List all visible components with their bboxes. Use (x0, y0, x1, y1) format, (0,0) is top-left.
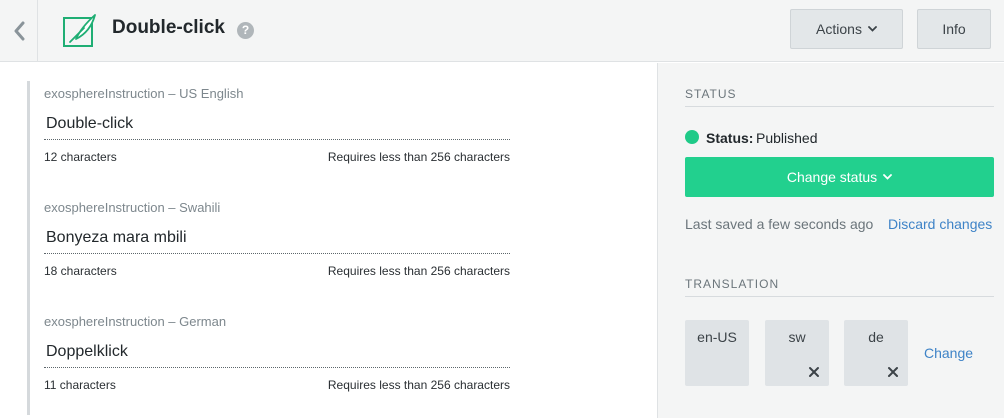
field-underline (44, 367, 510, 368)
field-german: exosphereInstruction – German Doppelklic… (44, 314, 510, 392)
character-requirement: Requires less than 256 characters (327, 378, 510, 392)
change-status-label: Change status (786, 169, 878, 185)
field-label: exosphereInstruction – US English (44, 86, 244, 101)
discard-changes-link[interactable]: Discard changes (888, 216, 992, 232)
back-button[interactable] (0, 0, 38, 62)
character-requirement: Requires less than 256 characters (327, 264, 510, 278)
divider (685, 106, 994, 107)
language-tile-sw[interactable]: sw (765, 320, 829, 386)
header: Double-click ? Actions Info (0, 0, 1004, 62)
language-tile-de[interactable]: de (844, 320, 908, 386)
field-us-english: exosphereInstruction – US English Double… (44, 86, 510, 164)
character-requirement: Requires less than 256 characters (327, 150, 510, 164)
actions-button[interactable]: Actions (790, 9, 903, 49)
chevron-down-icon (868, 26, 877, 32)
actions-label: Actions (816, 21, 862, 37)
info-button[interactable]: Info (917, 9, 991, 49)
field-group-rule (27, 81, 30, 415)
change-translation-link[interactable]: Change (924, 345, 973, 361)
field-input[interactable]: Doppelklick (46, 343, 128, 361)
info-label: Info (942, 21, 966, 37)
language-code: de (868, 329, 884, 345)
language-tile-en-us[interactable]: en-US (685, 320, 749, 386)
field-input[interactable]: Bonyeza mara mbili (46, 229, 187, 247)
character-count: 18 characters (44, 264, 117, 278)
page-title: Double-click (112, 17, 225, 38)
question-mark-icon[interactable]: ? (237, 22, 254, 39)
chevron-left-icon (14, 21, 24, 41)
status-label: Status: (706, 130, 754, 146)
status-section-title: STATUS (685, 87, 737, 101)
chevron-down-icon (883, 174, 893, 180)
last-saved-text: Last saved a few seconds ago (685, 216, 874, 232)
character-count: 11 characters (44, 378, 116, 392)
close-icon[interactable] (808, 366, 820, 378)
status-indicator (685, 130, 699, 144)
field-label: exosphereInstruction – German (44, 314, 227, 329)
language-code: sw (788, 329, 806, 345)
main-content: exosphereInstruction – US English Double… (0, 63, 657, 418)
field-underline (44, 139, 510, 140)
feather-icon (62, 12, 98, 48)
status-value: Published (756, 130, 818, 146)
change-status-button[interactable]: Change status (685, 157, 994, 197)
character-count: 12 characters (44, 150, 117, 164)
sidebar: STATUS Status: Published Change status L… (657, 63, 1004, 418)
field-input[interactable]: Double-click (46, 115, 133, 133)
field-swahili: exosphereInstruction – Swahili Bonyeza m… (44, 200, 510, 278)
field-underline (44, 253, 510, 254)
language-code: en-US (697, 329, 737, 345)
translation-section-title: TRANSLATION (685, 277, 780, 291)
close-icon[interactable] (887, 366, 899, 378)
divider (685, 296, 994, 297)
field-label: exosphereInstruction – Swahili (44, 200, 221, 215)
